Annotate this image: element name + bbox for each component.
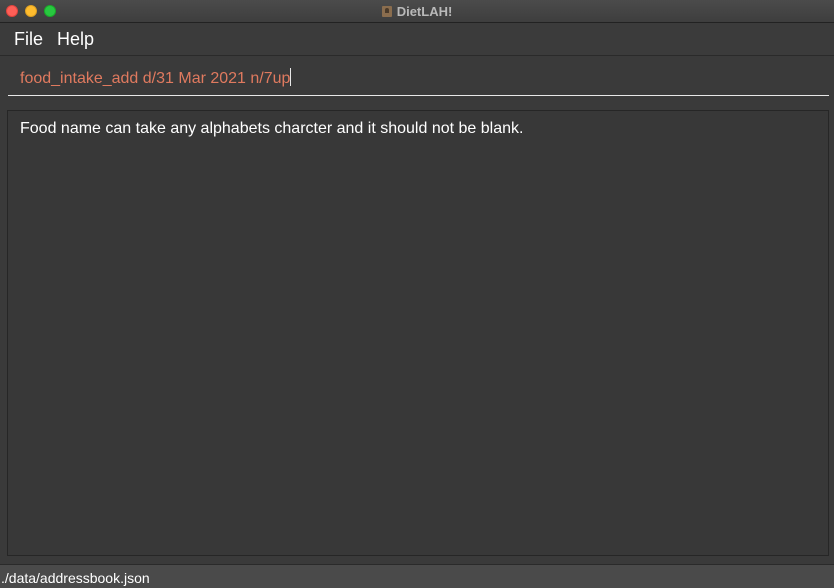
minimize-window-icon[interactable] bbox=[25, 5, 37, 17]
status-bar: ./data/addressbook.json bbox=[0, 564, 834, 588]
command-box[interactable]: food_intake_add d/31 Mar 2021 n/7up bbox=[0, 56, 834, 102]
app-icon bbox=[381, 5, 392, 17]
window-title: DietLAH! bbox=[396, 3, 453, 19]
title-bar[interactable]: DietLAH! bbox=[0, 0, 834, 23]
result-message: Food name can take any alphabets charcte… bbox=[20, 120, 524, 137]
window-title-group: DietLAH! bbox=[381, 3, 453, 19]
maximize-window-icon[interactable] bbox=[44, 5, 56, 17]
command-underline bbox=[8, 95, 829, 96]
menu-help[interactable]: Help bbox=[50, 23, 101, 55]
close-window-icon[interactable] bbox=[6, 5, 18, 17]
text-caret bbox=[290, 68, 292, 86]
menu-bar: File Help bbox=[0, 23, 834, 56]
menu-file[interactable]: File bbox=[7, 23, 50, 55]
app-window: DietLAH! File Help food_intake_add d/31 … bbox=[0, 0, 834, 588]
status-file-path: ./data/addressbook.json bbox=[1, 570, 150, 586]
result-display[interactable]: Food name can take any alphabets charcte… bbox=[7, 110, 829, 556]
command-input-value: food_intake_add d/31 Mar 2021 n/7up bbox=[20, 70, 291, 87]
command-input[interactable]: food_intake_add d/31 Mar 2021 n/7up bbox=[20, 68, 292, 88]
